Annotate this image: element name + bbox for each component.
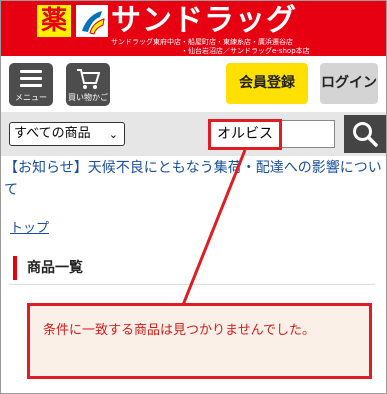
search-highlight-box: [208, 119, 282, 150]
no-results-message: 条件に一致する商品は見つかりませんでした。: [43, 323, 315, 338]
no-results-callout: 条件に一致する商品は見つかりませんでした。: [27, 303, 372, 379]
